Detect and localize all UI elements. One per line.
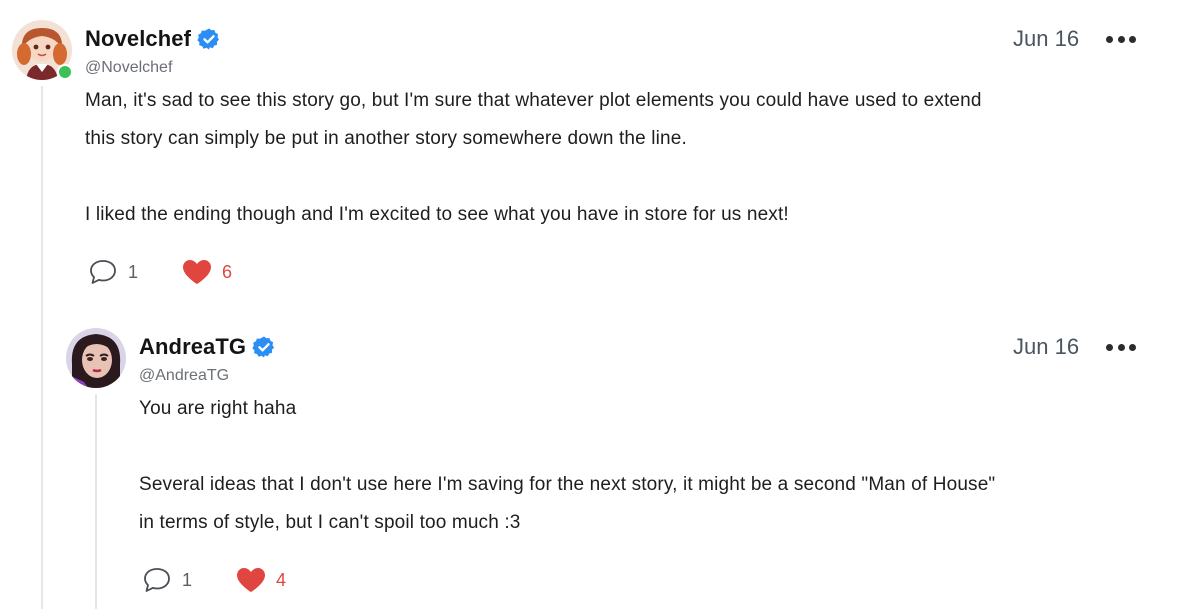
user-handle[interactable]: @AndreaTG	[139, 367, 229, 385]
comment-date: Jun 16	[1013, 26, 1080, 51]
avatar-andreatg[interactable]	[66, 328, 126, 388]
comment-line: I liked the ending though and I'm excite…	[85, 204, 789, 225]
reply-button[interactable]: 1	[142, 566, 192, 594]
user-handle[interactable]: @Novelchef	[85, 59, 172, 77]
like-count: 6	[222, 261, 233, 282]
comment-line: You are right haha	[139, 398, 297, 419]
reply-button[interactable]: 1	[88, 258, 138, 286]
like-button[interactable]: 4	[236, 567, 286, 593]
comment-line: in terms of style, but I can't spoil too…	[139, 512, 521, 533]
comment-bubble-icon	[144, 568, 170, 592]
more-options-icon[interactable]	[1106, 34, 1136, 44]
online-status-dot	[57, 64, 73, 80]
verified-badge-icon	[252, 336, 275, 358]
comment-body: Man, it's sad to see this story go, but …	[85, 82, 1145, 234]
comment-line: this story can simply be put in another …	[85, 128, 687, 149]
comment-line: Several ideas that I don't use here I'm …	[139, 474, 996, 495]
heart-icon	[237, 568, 266, 592]
heart-icon	[183, 260, 212, 284]
display-name[interactable]: Novelchef	[85, 26, 191, 52]
thread-line-inner	[95, 394, 97, 609]
comment-line	[85, 158, 1145, 196]
comment-line	[139, 428, 1149, 466]
like-count: 4	[276, 569, 287, 590]
verified-badge-icon	[197, 28, 220, 50]
reply-count: 1	[182, 569, 193, 590]
comment-bubble-icon	[90, 260, 116, 284]
reply-count: 1	[128, 261, 139, 282]
comment-date: Jun 16	[1013, 334, 1080, 359]
display-name[interactable]: AndreaTG	[139, 334, 246, 360]
comment-body: You are right haha Several ideas that I …	[139, 390, 1149, 542]
thread-line-outer	[41, 86, 43, 609]
like-button[interactable]: 6	[182, 259, 232, 285]
comment-line: Man, it's sad to see this story go, but …	[85, 90, 982, 111]
more-options-icon[interactable]	[1106, 342, 1136, 352]
